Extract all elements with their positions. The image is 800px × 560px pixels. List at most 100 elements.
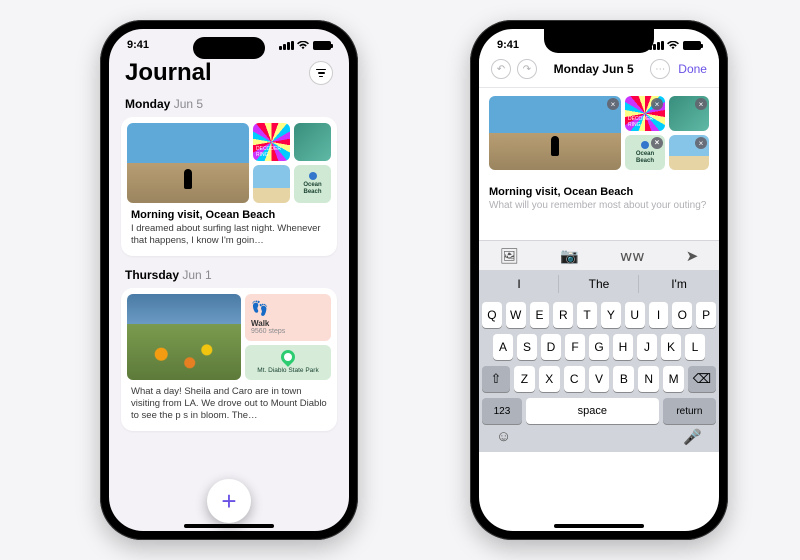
key-n[interactable]: N: [638, 366, 659, 392]
key-o[interactable]: O: [672, 302, 692, 328]
done-button[interactable]: Done: [678, 62, 707, 76]
key-g[interactable]: G: [589, 334, 609, 360]
dynamic-island: [193, 37, 265, 59]
key-j[interactable]: J: [637, 334, 657, 360]
key-s[interactable]: S: [517, 334, 537, 360]
key-p[interactable]: P: [696, 302, 716, 328]
key-f[interactable]: F: [565, 334, 585, 360]
predictive-suggestion[interactable]: I'm: [639, 270, 719, 298]
key-v[interactable]: V: [589, 366, 610, 392]
return-key[interactable]: return: [663, 398, 716, 424]
key-k[interactable]: K: [661, 334, 681, 360]
photo-poppies[interactable]: [127, 294, 241, 380]
entry-card[interactable]: DECODER RING Ocean Beach Morning visit, …: [121, 117, 337, 256]
photo-shell[interactable]: [294, 123, 331, 161]
keyboard: QWERTYUIOP ASDFGHJKL ⇧ ZXCVBNM ⌫ 123 spa…: [479, 298, 719, 452]
remove-attachment-icon[interactable]: ×: [651, 137, 663, 149]
key-y[interactable]: Y: [601, 302, 621, 328]
location-tile[interactable]: Ocean Beach: [294, 165, 331, 203]
predictive-bar: I The I'm: [479, 270, 719, 298]
key-r[interactable]: R: [553, 302, 573, 328]
location-icon[interactable]: ➤: [686, 247, 699, 265]
remove-attachment-icon[interactable]: ×: [607, 98, 619, 110]
entry-card[interactable]: 👣 Walk 9560 steps Mt. Diablo State Park …: [121, 288, 337, 431]
key-l[interactable]: L: [685, 334, 705, 360]
workout-tile[interactable]: 👣 Walk 9560 steps: [245, 294, 331, 341]
space-key[interactable]: space: [526, 398, 659, 424]
emoji-key[interactable]: ☺: [496, 428, 511, 446]
photo-beach-small[interactable]: [253, 165, 290, 203]
map-pin-icon: [278, 347, 298, 367]
status-time: 9:41: [497, 39, 519, 51]
attachment-photo-beach2[interactable]: ×: [669, 135, 709, 170]
key-m[interactable]: M: [663, 366, 684, 392]
key-c[interactable]: C: [564, 366, 585, 392]
media-grid: DECODER RING Ocean Beach: [127, 123, 331, 203]
shift-key[interactable]: ⇧: [482, 366, 510, 392]
location-tile[interactable]: Mt. Diablo State Park: [245, 345, 331, 380]
footsteps-icon: 👣: [251, 300, 325, 317]
screen: 9:41 Journal Monday Jun 5 DECODER RING: [109, 29, 349, 531]
wifi-icon: [297, 41, 309, 50]
attachment-photo-beach[interactable]: ×: [489, 96, 621, 170]
phone-journal-list: 9:41 Journal Monday Jun 5 DECODER RING: [100, 20, 358, 540]
key-w[interactable]: W: [506, 302, 526, 328]
map-pin-icon: [641, 141, 649, 149]
signal-icon: [649, 41, 663, 50]
redo-button[interactable]: ↷: [517, 59, 537, 79]
podcast-tile[interactable]: DECODER RING: [253, 123, 290, 161]
attachment-location[interactable]: Ocean Beach ×: [625, 135, 665, 170]
photo-beach[interactable]: [127, 123, 249, 203]
key-x[interactable]: X: [539, 366, 560, 392]
key-h[interactable]: H: [613, 334, 633, 360]
predictive-suggestion[interactable]: The: [559, 270, 639, 298]
key-e[interactable]: E: [530, 302, 550, 328]
phone-entry-editor: 9:41 ↶ ↷ Monday Jun 5 ⋯ Done ×: [470, 20, 728, 540]
page-title: Journal: [125, 59, 212, 87]
undo-button[interactable]: ↶: [491, 59, 511, 79]
status-indicators: [279, 41, 331, 50]
entry-title: Morning visit, Ocean Beach: [479, 178, 719, 200]
signal-icon: [279, 41, 293, 50]
status-time: 9:41: [127, 39, 149, 51]
key-b[interactable]: B: [613, 366, 634, 392]
numbers-key[interactable]: 123: [482, 398, 522, 424]
entry-title: Morning visit, Ocean Beach: [131, 209, 327, 221]
remove-attachment-icon[interactable]: ×: [695, 137, 707, 149]
attachment-podcast[interactable]: DECODER RING ×: [625, 96, 665, 131]
key-q[interactable]: Q: [482, 302, 502, 328]
remove-attachment-icon[interactable]: ×: [651, 98, 663, 110]
key-t[interactable]: T: [577, 302, 597, 328]
photo-library-icon[interactable]: 🖼: [500, 247, 519, 265]
notch: [544, 29, 654, 53]
key-i[interactable]: I: [649, 302, 669, 328]
toolbar-date: Monday Jun 5: [554, 62, 634, 76]
key-a[interactable]: A: [493, 334, 513, 360]
battery-icon: [683, 41, 701, 50]
key-z[interactable]: Z: [514, 366, 535, 392]
entry-text-input[interactable]: What will you remember most about your o…: [479, 200, 719, 240]
audio-icon[interactable]: 𝗐𝗐: [620, 247, 645, 265]
screen: 9:41 ↶ ↷ Monday Jun 5 ⋯ Done ×: [479, 29, 719, 531]
editor-toolbar: ↶ ↷ Monday Jun 5 ⋯ Done: [479, 55, 719, 88]
filter-button[interactable]: [309, 61, 333, 85]
keyboard-accessory-bar: 🖼 📷 𝗐𝗐 ➤: [479, 240, 719, 270]
backspace-key[interactable]: ⌫: [688, 366, 716, 392]
new-entry-button[interactable]: +: [207, 479, 251, 523]
remove-attachment-icon[interactable]: ×: [695, 98, 707, 110]
camera-icon[interactable]: 📷: [560, 247, 579, 265]
key-d[interactable]: D: [541, 334, 561, 360]
entry-body: I dreamed about surfing last night. When…: [131, 223, 327, 248]
home-indicator[interactable]: [554, 524, 644, 528]
map-pin-icon: [309, 172, 317, 180]
attachment-photo-shell[interactable]: ×: [669, 96, 709, 131]
entry-body: What a day! Sheila and Caro are in town …: [131, 386, 327, 423]
key-u[interactable]: U: [625, 302, 645, 328]
status-indicators: [649, 41, 701, 50]
date-heading: Monday Jun 5: [109, 97, 349, 117]
home-indicator[interactable]: [184, 524, 274, 528]
predictive-suggestion[interactable]: I: [479, 270, 559, 298]
dictation-key[interactable]: 🎤: [683, 428, 702, 446]
more-button[interactable]: ⋯: [650, 59, 670, 79]
date-heading: Thursday Jun 1: [109, 268, 349, 288]
